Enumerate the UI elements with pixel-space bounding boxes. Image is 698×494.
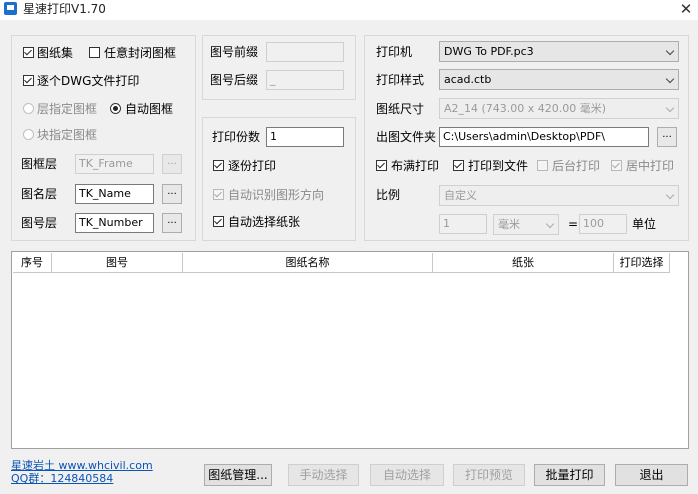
auto-paper-checkbox[interactable]: [213, 216, 224, 227]
center-label: 居中打印: [626, 159, 675, 173]
frame-layer-label: 图框层: [21, 157, 58, 171]
number-layer-input[interactable]: TK_Number: [75, 213, 154, 233]
prefix-input[interactable]: [266, 42, 344, 62]
each-dwg-label: 逐个DWG文件打印: [37, 74, 140, 88]
column-header-number[interactable]: 图号: [52, 253, 183, 273]
background-checkbox[interactable]: [537, 160, 548, 171]
column-header-name[interactable]: 图纸名称: [183, 253, 433, 273]
scale-drawing-input[interactable]: 100: [579, 214, 627, 234]
collate-checkbox[interactable]: [213, 160, 224, 171]
qq-group-link[interactable]: QQ群：124840584: [11, 472, 113, 485]
name-layer-browse-button[interactable]: ...: [162, 184, 182, 204]
name-layer-input[interactable]: TK_Name: [75, 184, 154, 204]
folder-input[interactable]: C:\Users\admin\Desktop\PDF\: [439, 127, 649, 147]
printer-label: 打印机: [376, 45, 413, 59]
unit-value: 毫米: [498, 218, 520, 231]
collate-label: 逐份打印: [228, 159, 277, 173]
close-icon[interactable]: ✕: [676, 0, 696, 18]
print-preview-button[interactable]: 打印预览: [453, 464, 525, 486]
chevron-down-icon: [665, 74, 675, 84]
prefix-label: 图号前缀: [210, 45, 259, 59]
auto-orient-checkbox[interactable]: [213, 189, 224, 200]
scale-label: 比例: [376, 188, 401, 202]
frame-layer-input[interactable]: TK_Frame: [75, 154, 154, 174]
manual-select-button[interactable]: 手动选择: [288, 464, 359, 486]
column-header-paper[interactable]: 纸张: [433, 253, 614, 273]
column-header-select[interactable]: 打印选择: [614, 253, 670, 273]
chevron-down-icon: [665, 46, 675, 56]
style-label: 打印样式: [376, 73, 425, 87]
scale-value: 自定义: [444, 189, 477, 202]
fill-label: 布满打印: [391, 159, 440, 173]
any-closed-frame-checkbox[interactable]: [89, 47, 100, 58]
style-value: acad.ctb: [444, 73, 492, 86]
exit-button[interactable]: 退出: [615, 464, 688, 486]
printer-select[interactable]: DWG To PDF.pc3: [439, 41, 679, 62]
auto-orient-label: 自动识别图形方向: [228, 188, 325, 202]
scale-select[interactable]: 自定义: [439, 185, 679, 206]
folder-label: 出图文件夹: [376, 130, 437, 144]
drawing-table[interactable]: 序号 图号 图纸名称 纸张 打印选择: [11, 251, 689, 449]
layer-frame-radio[interactable]: [23, 103, 34, 114]
unit-select[interactable]: 毫米: [493, 214, 559, 235]
size-value: A2_14 (743.00 x 420.00 毫米): [444, 102, 607, 115]
size-select[interactable]: A2_14 (743.00 x 420.00 毫米): [439, 98, 679, 119]
layer-frame-label: 层指定图框: [37, 102, 98, 116]
center-checkbox[interactable]: [611, 160, 622, 171]
block-frame-label: 块指定图框: [37, 128, 98, 142]
auto-paper-label: 自动选择纸张: [228, 215, 301, 229]
suffix-input[interactable]: _: [266, 70, 344, 90]
scale-paper-input[interactable]: 1: [439, 214, 487, 234]
batch-print-button[interactable]: 批量打印: [534, 464, 605, 486]
number-layer-label: 图号层: [21, 216, 58, 230]
auto-select-button[interactable]: 自动选择: [370, 464, 444, 486]
chevron-down-icon: [665, 103, 675, 113]
sheet-set-checkbox[interactable]: [23, 47, 34, 58]
drawing-manage-button[interactable]: 图纸管理...: [204, 464, 272, 486]
equals-sign: =: [568, 217, 579, 231]
each-dwg-checkbox[interactable]: [23, 75, 34, 86]
website-link[interactable]: 星速岩土 www.whcivil.com: [11, 459, 153, 472]
to-file-checkbox[interactable]: [453, 160, 464, 171]
size-label: 图纸尺寸: [376, 102, 425, 116]
column-header-index[interactable]: 序号: [13, 253, 52, 273]
auto-frame-radio[interactable]: [110, 103, 121, 114]
app-icon: [4, 2, 17, 15]
number-layer-browse-button[interactable]: ...: [162, 213, 182, 233]
unit-label: 单位: [632, 217, 657, 231]
sheet-set-label: 图纸集: [37, 46, 74, 60]
background-label: 后台打印: [552, 159, 601, 173]
auto-frame-label: 自动图框: [125, 102, 174, 116]
copies-label: 打印份数: [212, 130, 261, 144]
chevron-down-icon: [665, 190, 675, 200]
style-select[interactable]: acad.ctb: [439, 69, 679, 90]
frame-layer-browse-button[interactable]: ...: [162, 154, 182, 174]
copies-input[interactable]: 1: [266, 127, 344, 147]
any-closed-frame-label: 任意封闭图框: [104, 46, 177, 60]
suffix-label: 图号后缀: [210, 73, 259, 87]
window-title: 星速打印V1.70: [23, 2, 106, 16]
folder-browse-button[interactable]: ...: [657, 127, 677, 147]
fill-checkbox[interactable]: [376, 160, 387, 171]
printer-value: DWG To PDF.pc3: [444, 45, 534, 58]
to-file-label: 打印到文件: [468, 159, 529, 173]
block-frame-radio[interactable]: [23, 129, 34, 140]
chevron-down-icon: [545, 219, 555, 229]
name-layer-label: 图名层: [21, 187, 58, 201]
